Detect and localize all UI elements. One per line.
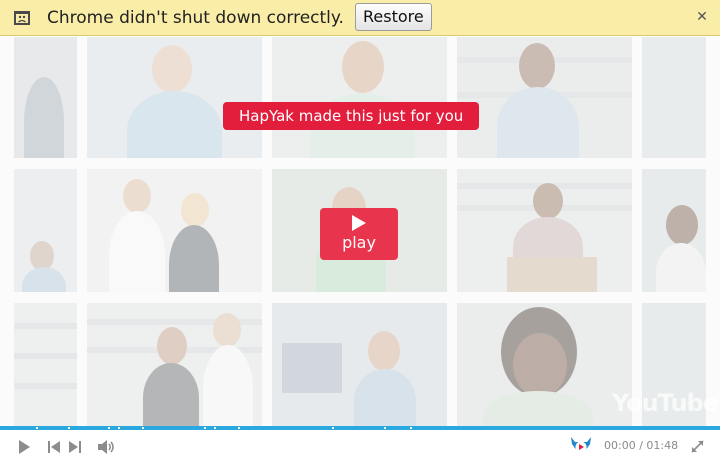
play-button[interactable]: play xyxy=(320,208,398,260)
chapter-marker xyxy=(118,427,120,429)
chapter-marker xyxy=(214,427,216,429)
close-icon[interactable]: ✕ xyxy=(694,9,710,25)
time-display: 00:00 / 01:48 xyxy=(604,439,678,453)
play-icon xyxy=(352,215,366,231)
volume-icon[interactable] xyxy=(97,439,115,455)
crashed-page-icon xyxy=(14,11,30,25)
play-icon[interactable] xyxy=(16,439,32,455)
chapter-marker xyxy=(108,427,110,429)
hapyak-logo-icon[interactable] xyxy=(569,435,593,457)
previous-icon[interactable] xyxy=(47,439,61,455)
chapter-marker xyxy=(204,427,206,429)
chapter-marker xyxy=(238,427,240,429)
chapter-marker xyxy=(36,427,38,429)
restore-button[interactable]: Restore xyxy=(355,3,432,31)
play-label: play xyxy=(342,233,376,252)
next-icon[interactable] xyxy=(68,439,82,455)
chapter-marker xyxy=(410,427,412,429)
youtube-watermark: YouTube xyxy=(612,389,719,417)
fullscreen-icon[interactable] xyxy=(691,440,704,453)
infobar-message: Chrome didn't shut down correctly. xyxy=(47,8,344,28)
chapter-marker xyxy=(142,427,144,429)
time-separator: / xyxy=(639,439,643,452)
duration: 01:48 xyxy=(646,439,679,452)
video-player[interactable]: HapYak made this just for you play YouTu… xyxy=(0,37,720,427)
restore-infobar: Chrome didn't shut down correctly. Resto… xyxy=(0,0,720,36)
current-time: 00:00 xyxy=(604,439,636,452)
chapter-marker xyxy=(332,427,334,429)
promo-banner: HapYak made this just for you xyxy=(223,102,480,130)
chapter-marker xyxy=(68,427,70,429)
chapter-marker xyxy=(384,427,386,429)
player-controls: 00:00 / 01:48 xyxy=(0,430,720,464)
